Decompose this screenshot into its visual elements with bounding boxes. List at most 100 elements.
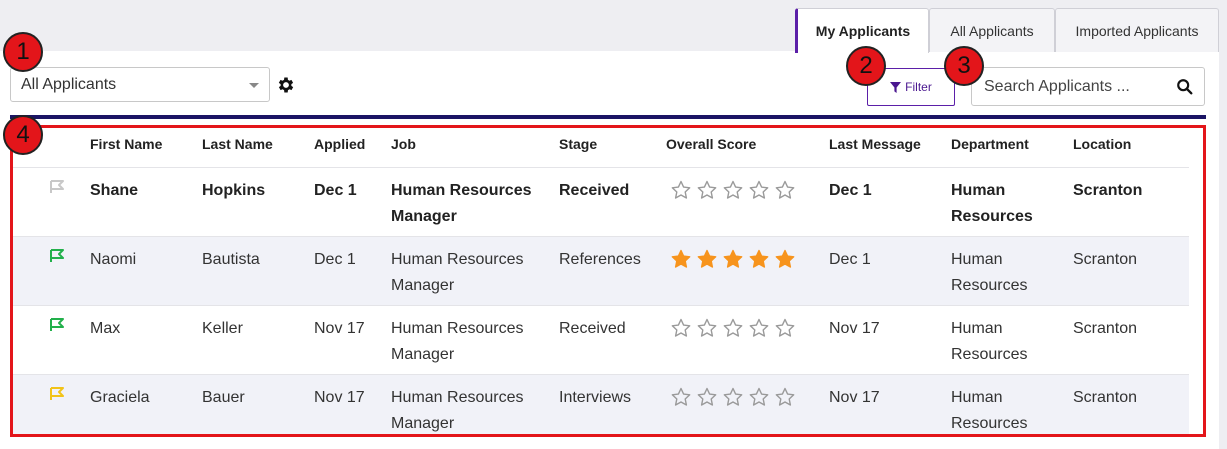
flag-icon[interactable]	[49, 318, 65, 332]
cell-department-line: Resources	[951, 415, 1028, 432]
star-filled-icon[interactable]	[775, 249, 795, 269]
cell-location: Scranton	[1073, 320, 1138, 337]
cell-applied: Dec 1	[314, 182, 357, 199]
table-row[interactable]: Naomi Bautista Dec 1 Human Resources Mana…	[13, 237, 1189, 306]
applicant-view-value: All Applicants	[21, 75, 117, 93]
filter-icon	[890, 81, 902, 93]
cell-department-line: Human	[951, 320, 1003, 337]
search-input[interactable]	[984, 77, 1174, 96]
overall-score-stars[interactable]	[671, 180, 795, 200]
callout-badge: 3	[944, 46, 984, 86]
column-header-first-name[interactable]: First Name	[90, 136, 162, 152]
flag-icon[interactable]	[49, 249, 65, 263]
cell-job: Human Resources Manager	[391, 247, 524, 299]
search-icon[interactable]	[1176, 78, 1194, 96]
cell-job: Human Resources Manager	[391, 178, 532, 230]
flag-icon[interactable]	[49, 180, 65, 194]
cell-applied: Nov 17	[314, 320, 365, 337]
star-empty-icon[interactable]	[671, 180, 691, 200]
tab-imported-applicants[interactable]: Imported Applicants	[1055, 8, 1219, 52]
cell-last-name: Bautista	[202, 251, 260, 268]
table-row[interactable]: Graciela Bauer Nov 17 Human Resources Man…	[13, 375, 1189, 434]
callout-badge: 2	[846, 46, 886, 86]
cell-location: Scranton	[1073, 389, 1138, 406]
cell-last-name: Hopkins	[202, 182, 266, 199]
star-empty-icon[interactable]	[723, 318, 743, 338]
column-header-applied[interactable]: Applied	[314, 136, 365, 152]
cell-first-name: Naomi	[90, 251, 137, 268]
cell-last-message: Nov 17	[829, 320, 880, 337]
column-header-overall-score[interactable]: Overall Score	[666, 136, 756, 152]
cell-applied: Nov 17	[314, 389, 365, 406]
cell-job-line: Human Resources	[391, 389, 524, 406]
star-filled-icon[interactable]	[697, 249, 717, 269]
column-header-last-message[interactable]: Last Message	[829, 136, 921, 152]
cell-job: Human Resources Manager	[391, 316, 524, 368]
overall-score-stars[interactable]	[671, 249, 795, 269]
star-empty-icon[interactable]	[775, 387, 795, 407]
column-header-stage[interactable]: Stage	[559, 136, 597, 152]
caret-down-icon	[249, 83, 259, 88]
star-empty-icon[interactable]	[671, 387, 691, 407]
overall-score-stars[interactable]	[671, 387, 795, 407]
cell-first-name: Max	[90, 320, 121, 337]
cell-department: Human Resources	[951, 247, 1027, 299]
star-empty-icon[interactable]	[697, 180, 717, 200]
column-header-location[interactable]: Location	[1073, 136, 1131, 152]
star-empty-icon[interactable]	[749, 180, 769, 200]
star-empty-icon[interactable]	[749, 318, 769, 338]
star-empty-icon[interactable]	[697, 318, 717, 338]
cell-job-line: Manager	[391, 346, 455, 363]
cell-job-line: Human Resources	[391, 251, 524, 268]
column-header-last-name[interactable]: Last Name	[202, 136, 273, 152]
star-filled-icon[interactable]	[723, 249, 743, 269]
cell-applied: Dec 1	[314, 251, 356, 268]
star-empty-icon[interactable]	[697, 387, 717, 407]
star-filled-icon[interactable]	[671, 249, 691, 269]
cell-stage: Interviews	[559, 389, 632, 406]
cell-job-line: Manager	[391, 415, 455, 432]
cell-stage: Received	[559, 320, 626, 337]
table-row[interactable]: Shane Hopkins Dec 1 Human Resources Manag…	[13, 168, 1189, 237]
column-header-job[interactable]: Job	[391, 136, 416, 152]
cell-last-message: Dec 1	[829, 251, 871, 268]
tab-all-applicants[interactable]: All Applicants	[929, 8, 1055, 52]
cell-job-line: Human Resources	[391, 182, 532, 199]
cell-department: Human Resources	[951, 178, 1033, 230]
cell-job-line: Human Resources	[391, 320, 524, 337]
star-empty-icon[interactable]	[749, 387, 769, 407]
cell-department-line: Resources	[951, 277, 1028, 294]
overall-score-stars[interactable]	[671, 318, 795, 338]
gear-icon[interactable]	[276, 75, 296, 95]
star-empty-icon[interactable]	[775, 318, 795, 338]
star-empty-icon[interactable]	[723, 387, 743, 407]
applicant-view-select[interactable]: All Applicants	[10, 67, 270, 102]
star-empty-icon[interactable]	[671, 318, 691, 338]
cell-department-line: Human	[951, 251, 1003, 268]
cell-location: Scranton	[1073, 251, 1138, 268]
cell-location: Scranton	[1073, 182, 1143, 199]
star-empty-icon[interactable]	[775, 180, 795, 200]
filter-label: Filter	[905, 80, 932, 94]
cell-department-line: Resources	[951, 346, 1028, 363]
cell-stage: Received	[559, 182, 630, 199]
callout-badge: 1	[3, 32, 43, 72]
toolbar-divider	[10, 115, 1206, 119]
star-filled-icon[interactable]	[749, 249, 769, 269]
column-header-department[interactable]: Department	[951, 136, 1029, 152]
callout-badge: 4	[3, 115, 43, 155]
cell-first-name: Shane	[90, 182, 139, 199]
flag-icon[interactable]	[49, 387, 65, 401]
table-scrollbar[interactable]	[1189, 168, 1203, 434]
star-empty-icon[interactable]	[723, 180, 743, 200]
cell-department: Human Resources	[951, 316, 1027, 368]
applicants-table: First Name Last Name Applied Job Stage O…	[10, 125, 1206, 437]
cell-department: Human Resources	[951, 385, 1028, 434]
cell-last-message: Nov 17	[829, 389, 880, 406]
cell-first-name: Graciela	[90, 389, 150, 406]
search-box	[971, 67, 1205, 106]
cell-last-message: Dec 1	[829, 182, 872, 199]
cell-job-line: Manager	[391, 277, 455, 294]
table-row[interactable]: Max Keller Nov 17 Human Resources Manager…	[13, 306, 1189, 375]
cell-job: Human Resources Manager	[391, 385, 524, 434]
